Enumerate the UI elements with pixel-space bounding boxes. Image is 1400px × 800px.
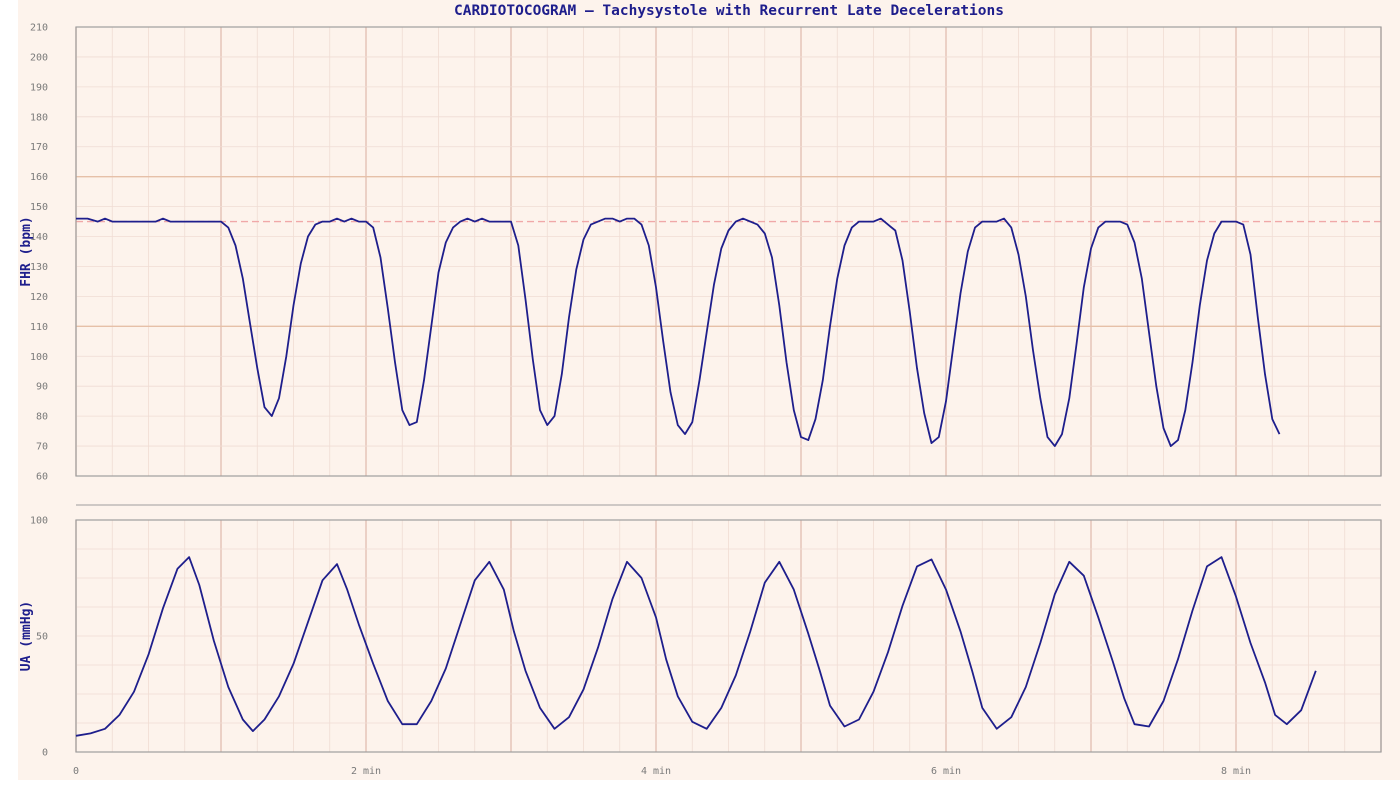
x-tick-label: 8 min <box>1221 766 1251 777</box>
x-tick-label: 4 min <box>641 766 671 777</box>
ua-y-tick-label: 0 <box>42 748 48 759</box>
fhr-y-tick-label: 70 <box>36 442 48 453</box>
fhr-y-tick-label: 190 <box>30 82 48 93</box>
x-tick-label: 6 min <box>931 766 961 777</box>
x-tick-label: 2 min <box>351 766 381 777</box>
ua-y-tick-label: 100 <box>30 516 48 527</box>
fhr-y-tick-label: 160 <box>30 172 48 183</box>
ua-y-axis-title: UA (mmHg) <box>19 601 34 671</box>
fhr-y-tick-label: 60 <box>36 472 48 483</box>
fhr-y-tick-label: 210 <box>30 23 48 34</box>
fhr-y-tick-label: 90 <box>36 382 48 393</box>
fhr-y-tick-label: 150 <box>30 202 48 213</box>
fhr-y-tick-label: 100 <box>30 352 48 363</box>
fhr-y-tick-label: 80 <box>36 412 48 423</box>
chart-title: CARDIOTOCOGRAM — Tachysystole with Recur… <box>454 3 1004 19</box>
fhr-y-tick-label: 170 <box>30 142 48 153</box>
fhr-y-tick-label: 110 <box>30 322 48 333</box>
fhr-y-axis-title: FHR (bpm) <box>19 216 34 286</box>
fhr-y-tick-label: 200 <box>30 52 48 63</box>
ua-y-tick-label: 50 <box>36 632 48 643</box>
fhr-y-tick-label: 180 <box>30 112 48 123</box>
fhr-y-tick-label: 120 <box>30 292 48 303</box>
ctg-svg: 6070809010011012013014015016017018019020… <box>18 0 1400 780</box>
x-tick-label: 0 <box>73 766 79 777</box>
cardiotocogram-chart: 60 70 80 90 100 110 120 130 140 150 160 170 180 190 20… <box>0 0 1400 800</box>
